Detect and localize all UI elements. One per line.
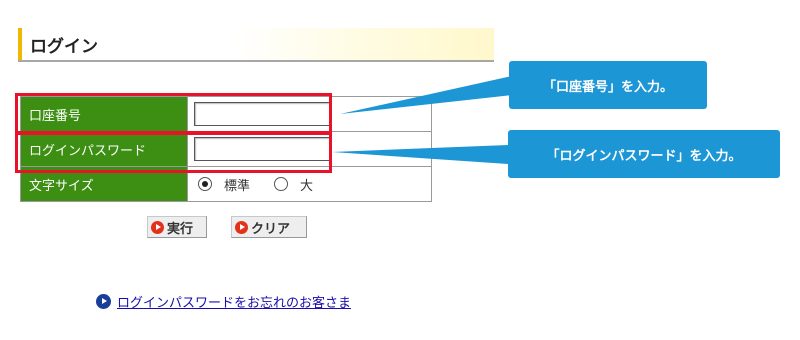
- account-callout: 「口座番号」を入力。: [509, 61, 707, 109]
- password-callout-pointer: [332, 145, 508, 164]
- play-circle-icon: [235, 220, 248, 234]
- play-circle-icon: [96, 294, 111, 309]
- forgot-password-link[interactable]: ログインパスワードをお忘れのお客さま: [117, 292, 351, 311]
- password-callout: 「ログインパスワード」を入力。: [508, 130, 780, 178]
- account-callout-pointer: [340, 76, 512, 114]
- execute-button-label: 実行: [167, 221, 194, 237]
- clear-button[interactable]: クリア: [231, 216, 307, 238]
- forgot-password-link-row: ログインパスワードをお忘れのお客さま: [96, 292, 351, 311]
- execute-button[interactable]: 実行: [147, 216, 207, 238]
- play-circle-icon: [151, 220, 164, 234]
- clear-button-label: クリア: [251, 221, 291, 237]
